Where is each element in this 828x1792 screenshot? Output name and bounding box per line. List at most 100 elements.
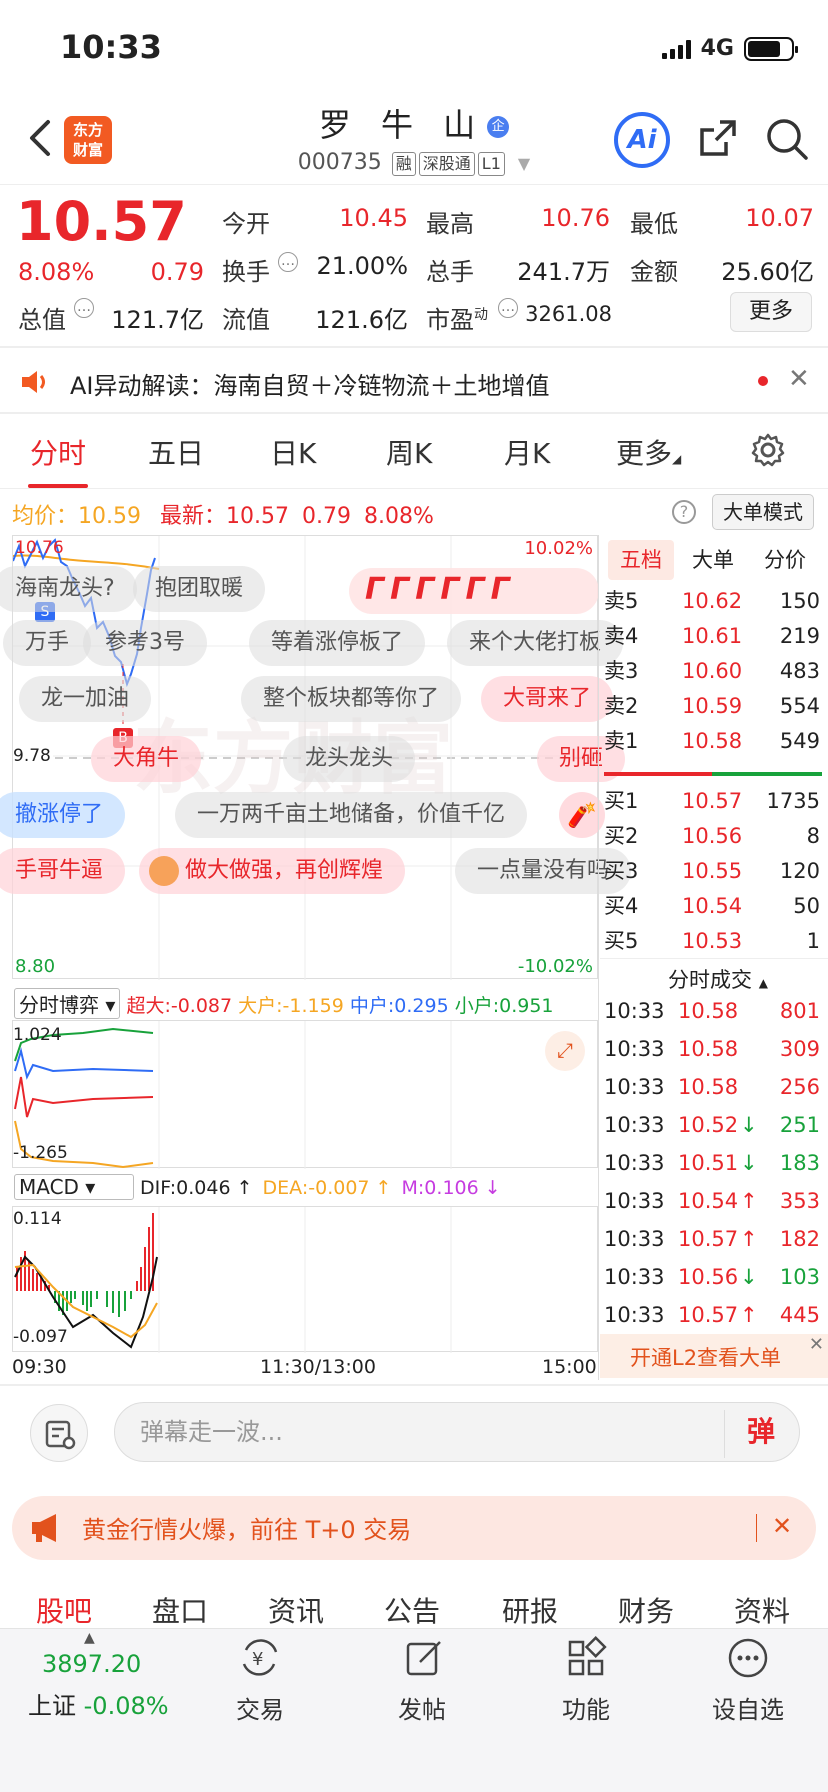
trade-row[interactable]: 10:33 10.51 ↓ 183 xyxy=(604,1144,824,1182)
level-volume: 483 xyxy=(779,659,820,683)
intraday-chart[interactable]: 东方财富 10.76 10.02% 9.78 8.80 -10.02% S B … xyxy=(0,535,632,980)
tab-big-order[interactable]: 大单 xyxy=(680,540,746,580)
trade-price: 10.54 xyxy=(678,1189,739,1213)
danmu-bubble[interactable]: 整个板块都等你了 xyxy=(241,676,462,722)
close-icon[interactable]: ✕ xyxy=(809,1334,824,1355)
more-button[interactable]: 更多 xyxy=(730,292,812,332)
trade-time: 10:33 xyxy=(604,1227,665,1251)
trade-row[interactable]: 10:33 10.58 309 xyxy=(604,1030,824,1068)
more-dots-icon xyxy=(728,1638,768,1678)
tab-forum[interactable]: 股吧 xyxy=(36,1590,92,1630)
tab-five-levels[interactable]: 五档 xyxy=(608,540,674,580)
nav-trade[interactable]: 交易 xyxy=(200,1690,320,1725)
tab-profile[interactable]: 资料 xyxy=(734,1590,790,1630)
tab-price-dist[interactable]: 分价 xyxy=(752,540,818,580)
ask-row[interactable]: 卖5 10.62 150 xyxy=(604,584,824,619)
danmu-bubble[interactable]: 海南龙头? xyxy=(0,566,137,612)
big-order-mode-button[interactable]: 大单模式 xyxy=(712,494,814,530)
promo-text[interactable]: 黄金行情火爆，前往 T+0 交易 xyxy=(82,1510,411,1545)
close-icon[interactable]: ✕ xyxy=(772,1512,792,1540)
indicator-select[interactable]: 分时博弈 ▾ xyxy=(14,988,121,1019)
l2-promo[interactable]: 开通L2查看大单 ✕ xyxy=(600,1334,828,1378)
info-icon[interactable]: … xyxy=(278,252,298,272)
open-label: 今开 xyxy=(222,210,270,238)
danmu-bubble[interactable]: 大角牛 xyxy=(91,736,202,782)
trade-row[interactable]: 10:33 10.54 ↑ 353 xyxy=(604,1182,824,1220)
time-axis-mid: 11:30/13:00 xyxy=(260,1356,376,1378)
danmu-bubble[interactable]: 龙头龙头 xyxy=(283,736,416,782)
danmu-input[interactable]: 弹幕走一波... xyxy=(140,1402,283,1462)
trade-volume: 182 xyxy=(779,1227,820,1251)
tab-market-depth[interactable]: 盘口 xyxy=(152,1590,208,1630)
expand-icon[interactable]: ⤢ xyxy=(545,1031,585,1071)
bid-row[interactable]: 买5 10.53 1 xyxy=(604,924,824,959)
expand-up-icon[interactable]: ▲ xyxy=(84,1630,95,1646)
level-price: 10.61 xyxy=(682,624,743,648)
search-icon[interactable] xyxy=(764,116,810,162)
nav-functions[interactable]: 功能 xyxy=(526,1690,646,1725)
trade-row[interactable]: 10:33 10.52 ↓ 251 xyxy=(604,1106,824,1144)
pe-label: 市盈动 xyxy=(426,306,488,334)
prev-close-label: 9.78 xyxy=(13,746,53,766)
danmu-bubble[interactable]: 抱团取暖 xyxy=(133,566,266,612)
ask-row[interactable]: 卖2 10.59 554 xyxy=(604,689,824,724)
divider xyxy=(0,184,828,185)
danmu-bubble[interactable]: 撤涨停了 xyxy=(0,792,126,838)
tab-more[interactable]: 更多◢ xyxy=(616,432,681,472)
bid-row[interactable]: 买1 10.57 1735 xyxy=(604,784,824,819)
trade-row[interactable]: 10:33 10.58 256 xyxy=(604,1068,824,1106)
trade-row[interactable]: 10:33 10.56 ↓ 103 xyxy=(604,1258,824,1296)
danmu-bubble[interactable]: 龙一加油 xyxy=(19,676,152,722)
send-danmu-button[interactable]: 弹 xyxy=(726,1404,796,1460)
unread-dot xyxy=(758,376,768,386)
game-chart[interactable]: 1.024 -1.265 ⤢ xyxy=(12,1020,598,1169)
danmu-bubble[interactable]: 手哥牛逼 xyxy=(0,848,126,894)
macd-select[interactable]: MACD ▾ xyxy=(14,1174,134,1200)
nav-add-watchlist[interactable]: 设自选 xyxy=(688,1690,808,1725)
ask-row[interactable]: 卖3 10.60 483 xyxy=(604,654,824,689)
index-line[interactable]: 上证 -0.08% xyxy=(28,1686,169,1721)
settings-gear-icon[interactable] xyxy=(750,432,786,468)
fire-reaction-bubble[interactable]: ΓΓΓΓΓΓ xyxy=(349,568,599,614)
tab-announcements[interactable]: 公告 xyxy=(384,1590,440,1630)
ai-insight-text[interactable]: AI异动解读：海南自贸＋冷链物流＋土地增值 xyxy=(70,366,550,401)
tab-research[interactable]: 研报 xyxy=(502,1590,558,1630)
ask-row[interactable]: 卖4 10.61 219 xyxy=(604,619,824,654)
bid-row[interactable]: 买3 10.55 120 xyxy=(604,854,824,889)
nav-post[interactable]: 发帖 xyxy=(362,1690,482,1725)
trades-title[interactable]: 分时成交 ▲ xyxy=(668,964,768,994)
danmu-bubble[interactable]: 来个大佬打板 xyxy=(447,620,624,666)
danmu-bubble[interactable]: 参考3号 xyxy=(83,620,207,666)
bid-row[interactable]: 买4 10.54 50 xyxy=(604,889,824,924)
ai-assistant-button[interactable]: Ai xyxy=(614,112,670,168)
ask-row[interactable]: 卖1 10.58 549 xyxy=(604,724,824,759)
trade-row[interactable]: 10:33 10.58 801 xyxy=(604,992,824,1030)
macd-chart[interactable]: 0.114 -0.097 xyxy=(12,1206,598,1353)
close-icon[interactable]: ✕ xyxy=(788,364,810,394)
danmu-settings-button[interactable] xyxy=(30,1404,88,1462)
help-icon[interactable]: ? xyxy=(672,500,696,524)
trade-row[interactable]: 10:33 10.57 ↑ 445 xyxy=(604,1296,824,1334)
divider xyxy=(756,1514,757,1542)
info-icon[interactable]: … xyxy=(74,298,94,318)
tab-news[interactable]: 资讯 xyxy=(268,1590,324,1630)
index-value[interactable]: 3897.20 xyxy=(42,1650,141,1678)
info-icon[interactable]: … xyxy=(498,298,518,318)
danmu-bubble[interactable]: 万手 xyxy=(3,620,92,666)
danmu-bubble[interactable]: 大哥来了 xyxy=(481,676,614,722)
trade-time: 10:33 xyxy=(604,999,665,1023)
share-icon[interactable] xyxy=(696,116,740,160)
tab-finance[interactable]: 财务 xyxy=(618,1590,674,1630)
tab-intraday[interactable]: 分时 xyxy=(30,432,86,472)
tab-5day[interactable]: 五日 xyxy=(148,432,204,472)
danmu-bubble[interactable]: 做大做强，再创辉煌 xyxy=(139,848,406,894)
tab-daily-k[interactable]: 日K xyxy=(270,432,316,472)
bid-row[interactable]: 买2 10.56 8 xyxy=(604,819,824,854)
trade-time: 10:33 xyxy=(604,1113,665,1137)
danmu-bubble[interactable]: 一万两千亩土地储备，价值千亿 xyxy=(175,792,528,838)
danmu-bubble[interactable]: 等着涨停板了 xyxy=(249,620,426,666)
amount-value: 25.60亿 xyxy=(721,258,814,286)
trade-row[interactable]: 10:33 10.57 ↑ 182 xyxy=(604,1220,824,1258)
tab-monthly-k[interactable]: 月K xyxy=(504,432,550,472)
tab-weekly-k[interactable]: 周K xyxy=(386,432,432,472)
